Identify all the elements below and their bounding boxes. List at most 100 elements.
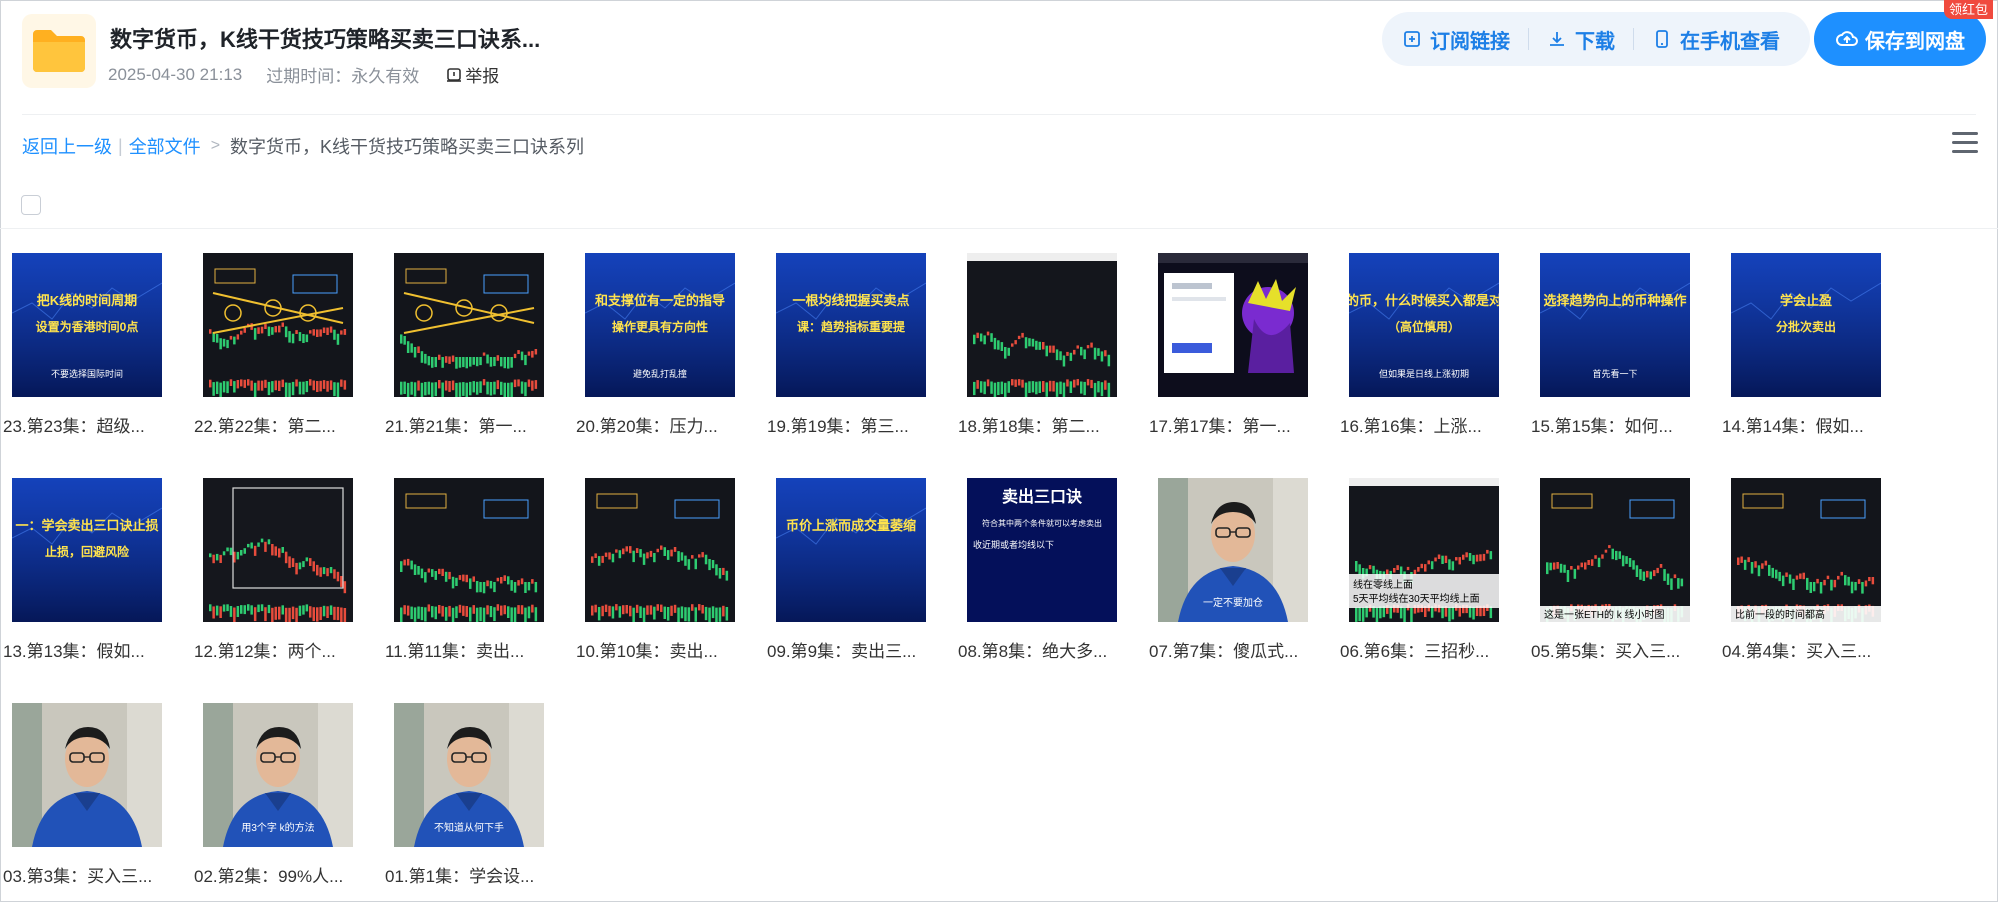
file-item[interactable]: 不知道从何下手 01.第1集：学会设... xyxy=(382,703,560,893)
save-label: 保存到网盘 xyxy=(1865,30,1965,53)
file-name[interactable]: 07.第7集：傻瓜式... xyxy=(1149,637,1324,662)
file-name[interactable]: 18.第18集：第二... xyxy=(958,412,1133,437)
file-name[interactable]: 14.第14集：假如... xyxy=(1722,412,1897,437)
thumb-caption: 一定不要加仓 xyxy=(1203,596,1263,609)
thumb-caption: 用3个字 k的方法 xyxy=(241,821,314,834)
file-item[interactable]: 22.第22集：第二... xyxy=(191,253,369,443)
file-item[interactable]: 11.第11集：卖出... xyxy=(382,478,560,668)
file-item[interactable]: 和支撑位有一定的指导 操作更具有方向性 避免乱打乱撞 20.第20集：压力... xyxy=(573,253,751,443)
current-folder: 数字货币，K线干货技巧策略买卖三口诀系列 xyxy=(230,137,585,157)
file-item[interactable]: 03.第3集：买入三... xyxy=(0,703,178,893)
file-name[interactable]: 04.第4集：买入三... xyxy=(1722,637,1897,662)
file-item[interactable]: 10.第10集：卖出... xyxy=(573,478,751,668)
save-to-disk-button[interactable]: 保存到网盘 xyxy=(1814,12,1986,66)
download-label: 下载 xyxy=(1575,30,1615,53)
subscribe-link-button[interactable]: 订阅链接 xyxy=(1402,25,1510,54)
file-thumbnail[interactable] xyxy=(394,253,544,397)
breadcrumb: 返回上一级 | 全部文件 > 数字货币，K线干货技巧策略买卖三口诀系列 xyxy=(22,133,584,159)
file-name[interactable]: 08.第8集：绝大多... xyxy=(958,637,1133,662)
back-link[interactable]: 返回上一级 xyxy=(22,133,112,159)
file-name[interactable]: 22.第22集：第二... xyxy=(194,412,369,437)
file-name[interactable]: 15.第15集：如何... xyxy=(1531,412,1706,437)
file-name[interactable]: 13.第13集：假如... xyxy=(3,637,178,662)
file-item[interactable]: 学会止盈 分批次卖出 14.第14集：假如... xyxy=(1719,253,1897,443)
file-thumbnail[interactable]: 把K线的时间周期 设置为香港时间0点 不要选择国际时间 xyxy=(12,253,162,397)
file-item[interactable]: 线在零线上面 5天平均线在30天平均线上面 06.第6集：三招秒... xyxy=(1337,478,1515,668)
thumb-caption: 止损，回避风险 xyxy=(45,544,130,559)
file-thumbnail[interactable]: 比前一段的时间都高 xyxy=(1731,478,1881,622)
thumb-caption: 但如果是日线上涨初期 xyxy=(1379,368,1469,379)
download-icon xyxy=(1550,32,1564,46)
file-thumbnail[interactable]: 一定不要加仓 xyxy=(1158,478,1308,622)
file-item[interactable]: 把K线的时间周期 设置为香港时间0点 不要选择国际时间 23.第23集：超级... xyxy=(0,253,178,443)
file-item[interactable]: 12.第12集：两个... xyxy=(191,478,369,668)
download-button[interactable]: 下载 xyxy=(1547,25,1615,54)
file-item[interactable]: 一定不要加仓 07.第7集：傻瓜式... xyxy=(1146,478,1324,668)
all-files-link[interactable]: 全部文件 xyxy=(129,133,201,159)
file-thumbnail[interactable] xyxy=(585,478,735,622)
file-item[interactable]: 用3个字 k的方法 02.第2集：99%人... xyxy=(191,703,369,893)
file-item[interactable]: 18.第18集：第二... xyxy=(955,253,1133,443)
subscribe-label: 订阅链接 xyxy=(1430,30,1510,53)
report-link[interactable]: 举报 xyxy=(445,62,499,87)
thumb-caption: 选择趋势向上的币种操作 xyxy=(1543,293,1686,308)
phone-icon xyxy=(1656,30,1668,48)
file-name[interactable]: 01.第1集：学会设... xyxy=(385,862,560,887)
list-view-menu-icon[interactable] xyxy=(1952,132,1978,156)
file-thumbnail[interactable]: 选择趋势向上的币种操作 首先看一下 xyxy=(1540,253,1690,397)
share-date: 2025-04-30 21:13 xyxy=(108,64,243,84)
file-name[interactable]: 06.第6集：三招秒... xyxy=(1340,637,1515,662)
file-name[interactable]: 19.第19集：第三... xyxy=(767,412,942,437)
file-name[interactable]: 20.第20集：压力... xyxy=(576,412,751,437)
view-on-phone-button[interactable]: 在手机查看 xyxy=(1652,25,1780,54)
file-thumbnail[interactable] xyxy=(203,478,353,622)
file-name[interactable]: 11.第11集：卖出... xyxy=(385,637,560,662)
thumb-caption: 设置为香港时间0点 xyxy=(36,319,139,334)
red-packet-badge[interactable]: 领红包 xyxy=(1944,0,1994,19)
file-name[interactable]: 10.第10集：卖出... xyxy=(576,637,751,662)
file-thumbnail[interactable] xyxy=(967,253,1117,397)
file-thumbnail[interactable]: 和支撑位有一定的指导 操作更具有方向性 避免乱打乱撞 xyxy=(585,253,735,397)
file-name[interactable]: 17.第17集：第一... xyxy=(1149,412,1324,437)
file-item[interactable]: 货的币，什么时候买入都是对的 （高位慎用） 但如果是日线上涨初期 16.第16集：上涨… xyxy=(1337,253,1515,443)
file-thumbnail[interactable]: 线在零线上面 5天平均线在30天平均线上面 xyxy=(1349,478,1499,622)
file-thumbnail[interactable]: 一根均线把握买卖点 课：趋势指标重要提 xyxy=(776,253,926,397)
select-all-checkbox[interactable] xyxy=(21,195,41,215)
file-thumbnail[interactable]: 一：学会卖出三口诀止损 止损，回避风险 xyxy=(12,478,162,622)
file-item[interactable]: 这是一张ETH的 k 线小时图 05.第5集：买入三... xyxy=(1528,478,1706,668)
file-item[interactable]: 选择趋势向上的币种操作 首先看一下 15.第15集：如何... xyxy=(1528,253,1706,443)
file-item[interactable]: 比前一段的时间都高 04.第4集：买入三... xyxy=(1719,478,1897,668)
thumb-caption: 线在零线上面 xyxy=(1353,578,1413,591)
file-thumbnail[interactable]: 这是一张ETH的 k 线小时图 xyxy=(1540,478,1690,622)
file-name[interactable]: 02.第2集：99%人... xyxy=(194,862,369,887)
file-item[interactable]: 卖出三口诀 符合其中两个条件就可以考虑卖出 收近期或者均线以下 08.第8集：绝大多.… xyxy=(955,478,1133,668)
file-item[interactable]: 一根均线把握买卖点 课：趋势指标重要提 19.第19集：第三... xyxy=(764,253,942,443)
file-item[interactable]: 币价上涨而成交量萎缩 09.第9集：卖出三... xyxy=(764,478,942,668)
file-name[interactable]: 23.第23集：超级... xyxy=(3,412,178,437)
file-thumbnail[interactable]: 币价上涨而成交量萎缩 xyxy=(776,478,926,622)
file-thumbnail[interactable] xyxy=(12,703,162,847)
file-thumbnail[interactable] xyxy=(203,253,353,397)
file-thumbnail[interactable] xyxy=(1158,253,1308,397)
file-item[interactable]: 21.第21集：第一... xyxy=(382,253,560,443)
file-thumbnail[interactable]: 不知道从何下手 xyxy=(394,703,544,847)
thumb-caption: 币价上涨而成交量萎缩 xyxy=(786,518,916,533)
file-name[interactable]: 21.第21集：第一... xyxy=(385,412,560,437)
toolbar-divider xyxy=(0,228,1998,229)
thumb-caption: 学会止盈 xyxy=(1780,293,1832,308)
chevron-right-icon: > xyxy=(210,137,221,154)
file-name[interactable]: 16.第16集：上涨... xyxy=(1340,412,1515,437)
file-name[interactable]: 05.第5集：买入三... xyxy=(1531,637,1706,662)
file-thumbnail[interactable]: 学会止盈 分批次卖出 xyxy=(1731,253,1881,397)
file-name[interactable]: 09.第9集：卖出三... xyxy=(767,637,942,662)
thumb-caption: 一根均线把握买卖点 xyxy=(792,293,909,308)
file-name[interactable]: 12.第12集：两个... xyxy=(194,637,369,662)
file-thumbnail[interactable]: 卖出三口诀 符合其中两个条件就可以考虑卖出 收近期或者均线以下 xyxy=(967,478,1117,622)
file-item[interactable]: 一：学会卖出三口诀止损 止损，回避风险 13.第13集：假如... xyxy=(0,478,178,668)
file-thumbnail[interactable] xyxy=(394,478,544,622)
file-item[interactable]: 17.第17集：第一... xyxy=(1146,253,1324,443)
header-divider xyxy=(22,114,1976,115)
file-name[interactable]: 03.第3集：买入三... xyxy=(3,862,178,887)
file-thumbnail[interactable]: 货的币，什么时候买入都是对的 （高位慎用） 但如果是日线上涨初期 xyxy=(1349,253,1499,397)
file-thumbnail[interactable]: 用3个字 k的方法 xyxy=(203,703,353,847)
